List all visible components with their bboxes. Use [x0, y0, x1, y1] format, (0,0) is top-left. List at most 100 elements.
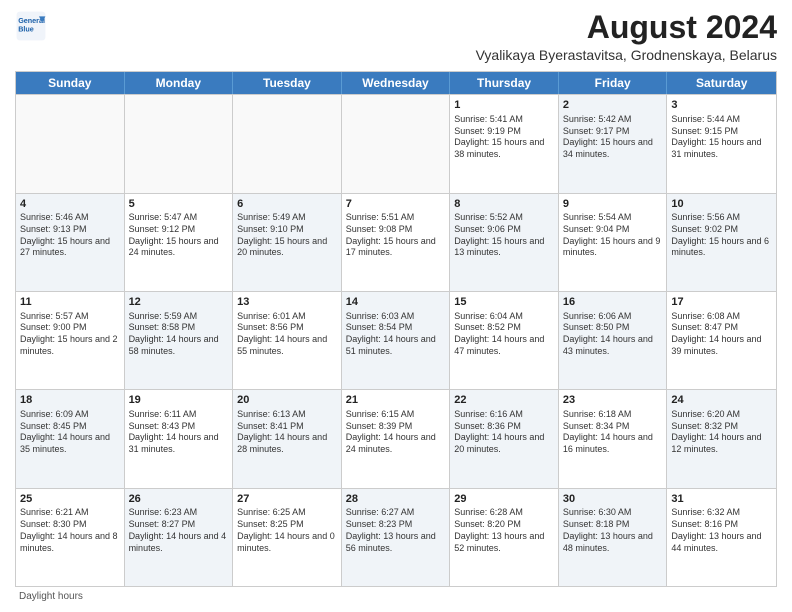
table-row: 5Sunrise: 5:47 AM Sunset: 9:12 PM Daylig… — [125, 194, 234, 291]
table-row: 29Sunrise: 6:28 AM Sunset: 8:20 PM Dayli… — [450, 489, 559, 586]
cell-info: Sunrise: 6:28 AM Sunset: 8:20 PM Dayligh… — [454, 507, 554, 554]
day-number: 12 — [129, 295, 229, 310]
day-number: 11 — [20, 295, 120, 310]
cell-info: Sunrise: 5:56 AM Sunset: 9:02 PM Dayligh… — [671, 212, 772, 259]
cell-info: Sunrise: 5:54 AM Sunset: 9:04 PM Dayligh… — [563, 212, 663, 259]
cell-info: Sunrise: 6:15 AM Sunset: 8:39 PM Dayligh… — [346, 409, 446, 456]
calendar-week-2: 4Sunrise: 5:46 AM Sunset: 9:13 PM Daylig… — [16, 193, 776, 291]
table-row: 22Sunrise: 6:16 AM Sunset: 8:36 PM Dayli… — [450, 390, 559, 487]
day-number: 24 — [671, 393, 772, 408]
day-number: 5 — [129, 197, 229, 212]
table-row: 27Sunrise: 6:25 AM Sunset: 8:25 PM Dayli… — [233, 489, 342, 586]
cell-info: Sunrise: 5:57 AM Sunset: 9:00 PM Dayligh… — [20, 311, 120, 358]
calendar-body: 1Sunrise: 5:41 AM Sunset: 9:19 PM Daylig… — [16, 94, 776, 586]
subtitle: Vyalikaya Byerastavitsa, Grodnenskaya, B… — [47, 47, 777, 63]
table-row: 30Sunrise: 6:30 AM Sunset: 8:18 PM Dayli… — [559, 489, 668, 586]
day-number: 6 — [237, 197, 337, 212]
day-number: 28 — [346, 492, 446, 507]
day-number: 30 — [563, 492, 663, 507]
day-number: 15 — [454, 295, 554, 310]
header-day-wednesday: Wednesday — [342, 72, 451, 94]
cell-info: Sunrise: 6:32 AM Sunset: 8:16 PM Dayligh… — [671, 507, 772, 554]
cell-info: Sunrise: 6:23 AM Sunset: 8:27 PM Dayligh… — [129, 507, 229, 554]
table-row: 23Sunrise: 6:18 AM Sunset: 8:34 PM Dayli… — [559, 390, 668, 487]
table-row: 20Sunrise: 6:13 AM Sunset: 8:41 PM Dayli… — [233, 390, 342, 487]
cell-info: Sunrise: 6:08 AM Sunset: 8:47 PM Dayligh… — [671, 311, 772, 358]
day-number: 23 — [563, 393, 663, 408]
day-number: 4 — [20, 197, 120, 212]
cell-info: Sunrise: 6:21 AM Sunset: 8:30 PM Dayligh… — [20, 507, 120, 554]
cell-info: Sunrise: 5:52 AM Sunset: 9:06 PM Dayligh… — [454, 212, 554, 259]
calendar-week-1: 1Sunrise: 5:41 AM Sunset: 9:19 PM Daylig… — [16, 94, 776, 192]
cell-info: Sunrise: 6:25 AM Sunset: 8:25 PM Dayligh… — [237, 507, 337, 554]
table-row: 25Sunrise: 6:21 AM Sunset: 8:30 PM Dayli… — [16, 489, 125, 586]
table-row: 21Sunrise: 6:15 AM Sunset: 8:39 PM Dayli… — [342, 390, 451, 487]
day-number: 14 — [346, 295, 446, 310]
cell-info: Sunrise: 6:01 AM Sunset: 8:56 PM Dayligh… — [237, 311, 337, 358]
title-block: August 2024 Vyalikaya Byerastavitsa, Gro… — [47, 10, 777, 63]
day-number: 20 — [237, 393, 337, 408]
calendar-header: SundayMondayTuesdayWednesdayThursdayFrid… — [16, 72, 776, 94]
calendar: SundayMondayTuesdayWednesdayThursdayFrid… — [15, 71, 777, 587]
logo-icon: General Blue — [15, 10, 47, 42]
cell-info: Sunrise: 6:09 AM Sunset: 8:45 PM Dayligh… — [20, 409, 120, 456]
calendar-week-4: 18Sunrise: 6:09 AM Sunset: 8:45 PM Dayli… — [16, 389, 776, 487]
cell-info: Sunrise: 6:11 AM Sunset: 8:43 PM Dayligh… — [129, 409, 229, 456]
cell-info: Sunrise: 5:42 AM Sunset: 9:17 PM Dayligh… — [563, 114, 663, 161]
cell-info: Sunrise: 5:59 AM Sunset: 8:58 PM Dayligh… — [129, 311, 229, 358]
table-row: 14Sunrise: 6:03 AM Sunset: 8:54 PM Dayli… — [342, 292, 451, 389]
table-row — [342, 95, 451, 192]
table-row: 12Sunrise: 5:59 AM Sunset: 8:58 PM Dayli… — [125, 292, 234, 389]
cell-info: Sunrise: 6:04 AM Sunset: 8:52 PM Dayligh… — [454, 311, 554, 358]
day-number: 1 — [454, 98, 554, 113]
cell-info: Sunrise: 6:03 AM Sunset: 8:54 PM Dayligh… — [346, 311, 446, 358]
cell-info: Sunrise: 6:16 AM Sunset: 8:36 PM Dayligh… — [454, 409, 554, 456]
calendar-week-5: 25Sunrise: 6:21 AM Sunset: 8:30 PM Dayli… — [16, 488, 776, 586]
day-number: 7 — [346, 197, 446, 212]
table-row: 15Sunrise: 6:04 AM Sunset: 8:52 PM Dayli… — [450, 292, 559, 389]
table-row: 3Sunrise: 5:44 AM Sunset: 9:15 PM Daylig… — [667, 95, 776, 192]
table-row: 31Sunrise: 6:32 AM Sunset: 8:16 PM Dayli… — [667, 489, 776, 586]
day-number: 9 — [563, 197, 663, 212]
main-title: August 2024 — [47, 10, 777, 45]
table-row: 13Sunrise: 6:01 AM Sunset: 8:56 PM Dayli… — [233, 292, 342, 389]
day-number: 22 — [454, 393, 554, 408]
cell-info: Sunrise: 5:51 AM Sunset: 9:08 PM Dayligh… — [346, 212, 446, 259]
table-row: 11Sunrise: 5:57 AM Sunset: 9:00 PM Dayli… — [16, 292, 125, 389]
table-row: 10Sunrise: 5:56 AM Sunset: 9:02 PM Dayli… — [667, 194, 776, 291]
table-row: 19Sunrise: 6:11 AM Sunset: 8:43 PM Dayli… — [125, 390, 234, 487]
table-row: 18Sunrise: 6:09 AM Sunset: 8:45 PM Dayli… — [16, 390, 125, 487]
header-day-sunday: Sunday — [16, 72, 125, 94]
table-row: 7Sunrise: 5:51 AM Sunset: 9:08 PM Daylig… — [342, 194, 451, 291]
table-row: 6Sunrise: 5:49 AM Sunset: 9:10 PM Daylig… — [233, 194, 342, 291]
cell-info: Sunrise: 5:47 AM Sunset: 9:12 PM Dayligh… — [129, 212, 229, 259]
table-row: 16Sunrise: 6:06 AM Sunset: 8:50 PM Dayli… — [559, 292, 668, 389]
table-row: 2Sunrise: 5:42 AM Sunset: 9:17 PM Daylig… — [559, 95, 668, 192]
day-number: 17 — [671, 295, 772, 310]
table-row: 8Sunrise: 5:52 AM Sunset: 9:06 PM Daylig… — [450, 194, 559, 291]
cell-info: Sunrise: 6:13 AM Sunset: 8:41 PM Dayligh… — [237, 409, 337, 456]
day-number: 18 — [20, 393, 120, 408]
header-day-saturday: Saturday — [667, 72, 776, 94]
cell-info: Sunrise: 5:44 AM Sunset: 9:15 PM Dayligh… — [671, 114, 772, 161]
table-row: 26Sunrise: 6:23 AM Sunset: 8:27 PM Dayli… — [125, 489, 234, 586]
table-row: 1Sunrise: 5:41 AM Sunset: 9:19 PM Daylig… — [450, 95, 559, 192]
header: General Blue August 2024 Vyalikaya Byera… — [15, 10, 777, 63]
day-number: 31 — [671, 492, 772, 507]
day-number: 16 — [563, 295, 663, 310]
table-row: 9Sunrise: 5:54 AM Sunset: 9:04 PM Daylig… — [559, 194, 668, 291]
cell-info: Sunrise: 6:20 AM Sunset: 8:32 PM Dayligh… — [671, 409, 772, 456]
footer-label: Daylight hours — [19, 591, 83, 602]
cell-info: Sunrise: 6:18 AM Sunset: 8:34 PM Dayligh… — [563, 409, 663, 456]
header-day-friday: Friday — [559, 72, 668, 94]
header-day-thursday: Thursday — [450, 72, 559, 94]
day-number: 26 — [129, 492, 229, 507]
cell-info: Sunrise: 5:49 AM Sunset: 9:10 PM Dayligh… — [237, 212, 337, 259]
footer: Daylight hours — [15, 591, 777, 602]
day-number: 21 — [346, 393, 446, 408]
cell-info: Sunrise: 6:27 AM Sunset: 8:23 PM Dayligh… — [346, 507, 446, 554]
table-row: 17Sunrise: 6:08 AM Sunset: 8:47 PM Dayli… — [667, 292, 776, 389]
day-number: 25 — [20, 492, 120, 507]
cell-info: Sunrise: 5:46 AM Sunset: 9:13 PM Dayligh… — [20, 212, 120, 259]
day-number: 3 — [671, 98, 772, 113]
